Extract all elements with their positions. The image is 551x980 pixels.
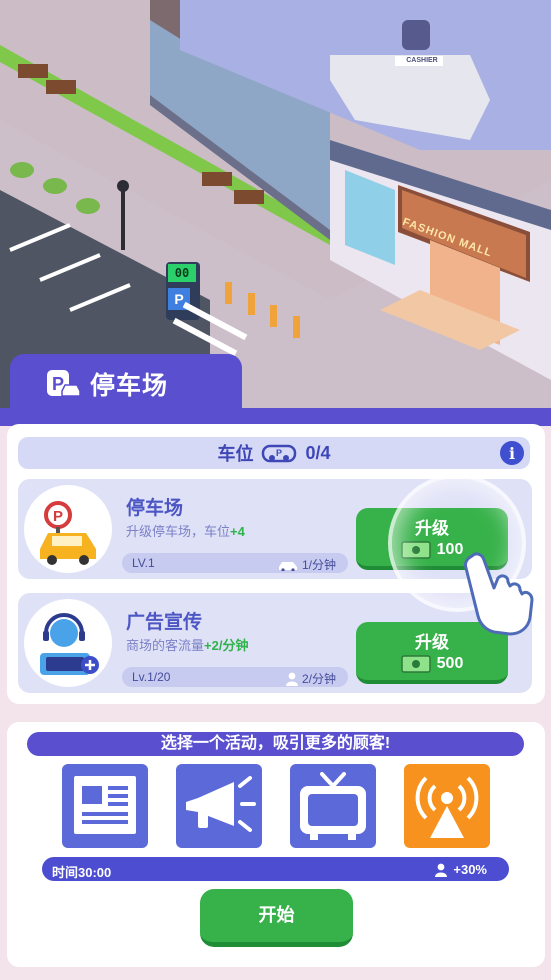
person-icon <box>435 863 448 877</box>
boost-value: +30% <box>453 862 487 877</box>
parking-counter-display: 00 <box>174 266 190 280</box>
item-description: 商场的客流量+2/分钟 <box>126 638 249 653</box>
item-title: 停车场 <box>126 498 184 519</box>
newspaper-icon <box>74 776 136 834</box>
activity-boost: +30% <box>435 862 487 877</box>
pointing-hand-icon <box>464 552 534 636</box>
start-activity-button[interactable]: 开始 <box>200 889 353 947</box>
upgrade-button-label: 升级 <box>415 519 449 538</box>
cost-value: 500 <box>436 655 464 672</box>
svg-text:P: P <box>276 448 282 458</box>
upgrade-cost: 500 <box>356 655 508 673</box>
activity-timer-bar: 时间30:00 +30% <box>42 857 509 881</box>
cash-icon <box>400 655 431 673</box>
car-icon <box>278 561 297 571</box>
item-rate: 2/分钟 <box>285 670 336 687</box>
activity-tv-tile[interactable] <box>290 764 376 848</box>
activity-megaphone-tile[interactable] <box>176 764 262 848</box>
tv-icon <box>300 772 366 840</box>
megaphone-icon <box>186 776 256 832</box>
parking-p-car-icon: P <box>47 370 81 397</box>
parking-car-illustration-icon: P <box>24 485 112 573</box>
mall-scene-illustration <box>0 0 551 410</box>
svg-text:P: P <box>53 508 63 525</box>
activity-banner: 选择一个活动，吸引更多的顾客! <box>27 732 524 756</box>
item-rate: 1/分钟 <box>278 556 336 573</box>
info-icon[interactable]: i <box>500 441 524 465</box>
panel-title-tab: P 停车场 <box>10 354 242 414</box>
item-level: LV.1 <box>132 556 155 570</box>
person-icon <box>285 672 298 686</box>
parking-slots-bar: 车位 P 0/4 i <box>18 437 530 469</box>
item-level: Lv.1/20 <box>132 670 171 684</box>
activity-broadcast-tile[interactable] <box>404 764 490 848</box>
cashier-sign: CASHIER <box>406 57 438 64</box>
item-description: 升级停车场，车位+4 <box>126 524 245 539</box>
activity-newspaper-tile[interactable] <box>62 764 148 848</box>
item-stat-bar: LV.1 1/分钟 <box>122 553 348 573</box>
slots-label: 车位 <box>217 444 254 464</box>
game-scene[interactable]: 00 P FASHION MALL CASHIER <box>0 0 551 410</box>
parking-car-icon: P <box>262 444 297 463</box>
broadcast-tower-icon <box>415 776 479 838</box>
activity-duration: 时间30:00 <box>52 865 112 880</box>
cash-icon <box>400 541 431 559</box>
slots-value: 0/4 <box>305 442 331 463</box>
item-stat-bar: Lv.1/20 2/分钟 <box>122 667 348 687</box>
page-title: 停车场 <box>90 372 169 400</box>
advertising-agent-icon <box>24 599 112 687</box>
parking-sign-letter: P <box>174 291 184 307</box>
item-title: 广告宣传 <box>126 612 203 633</box>
